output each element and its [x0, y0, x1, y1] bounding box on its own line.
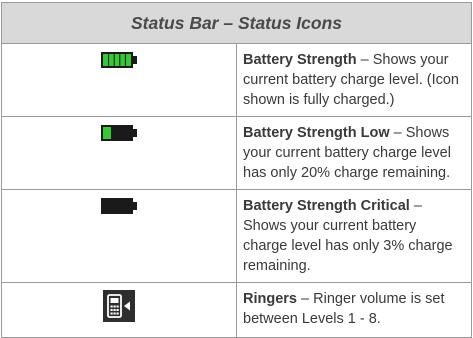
separator: –	[297, 291, 314, 307]
item-name: Ringers	[243, 291, 297, 307]
battery-full-icon	[101, 52, 137, 73]
row-description: Battery Strength Low – Shows your curren…	[236, 116, 472, 190]
table-row: Ringers – Ringer volume is set between L…	[1, 282, 472, 338]
icon-cell	[1, 189, 237, 283]
item-name: Battery Strength	[243, 52, 357, 68]
status-icons-table: Status Bar – Status Icons Battery Streng…	[1, 2, 472, 338]
battery-low-icon	[101, 125, 137, 146]
item-name: Battery Strength Low	[243, 125, 390, 141]
icon-cell	[1, 282, 237, 338]
row-description: Battery Strength – Shows your current ba…	[236, 43, 472, 117]
table-row: Battery Strength Low – Shows your curren…	[1, 116, 472, 190]
icon-cell	[1, 116, 237, 190]
battery-critical-icon	[101, 198, 137, 219]
icon-cell	[1, 43, 237, 117]
item-description: Shows your current battery charge level …	[243, 218, 453, 274]
ringer-icon	[103, 290, 135, 327]
row-description: Battery Strength Critical – Shows your c…	[236, 189, 472, 283]
row-description: Ringers – Ringer volume is set between L…	[236, 282, 472, 338]
table-row: Battery Strength – Shows your current ba…	[1, 43, 472, 117]
separator: –	[409, 198, 422, 214]
item-name: Battery Strength Critical	[243, 198, 410, 214]
table-row: Battery Strength Critical – Shows your c…	[1, 189, 472, 283]
table-title: Status Bar – Status Icons	[1, 2, 472, 44]
separator: –	[356, 52, 373, 68]
separator: –	[389, 125, 406, 141]
